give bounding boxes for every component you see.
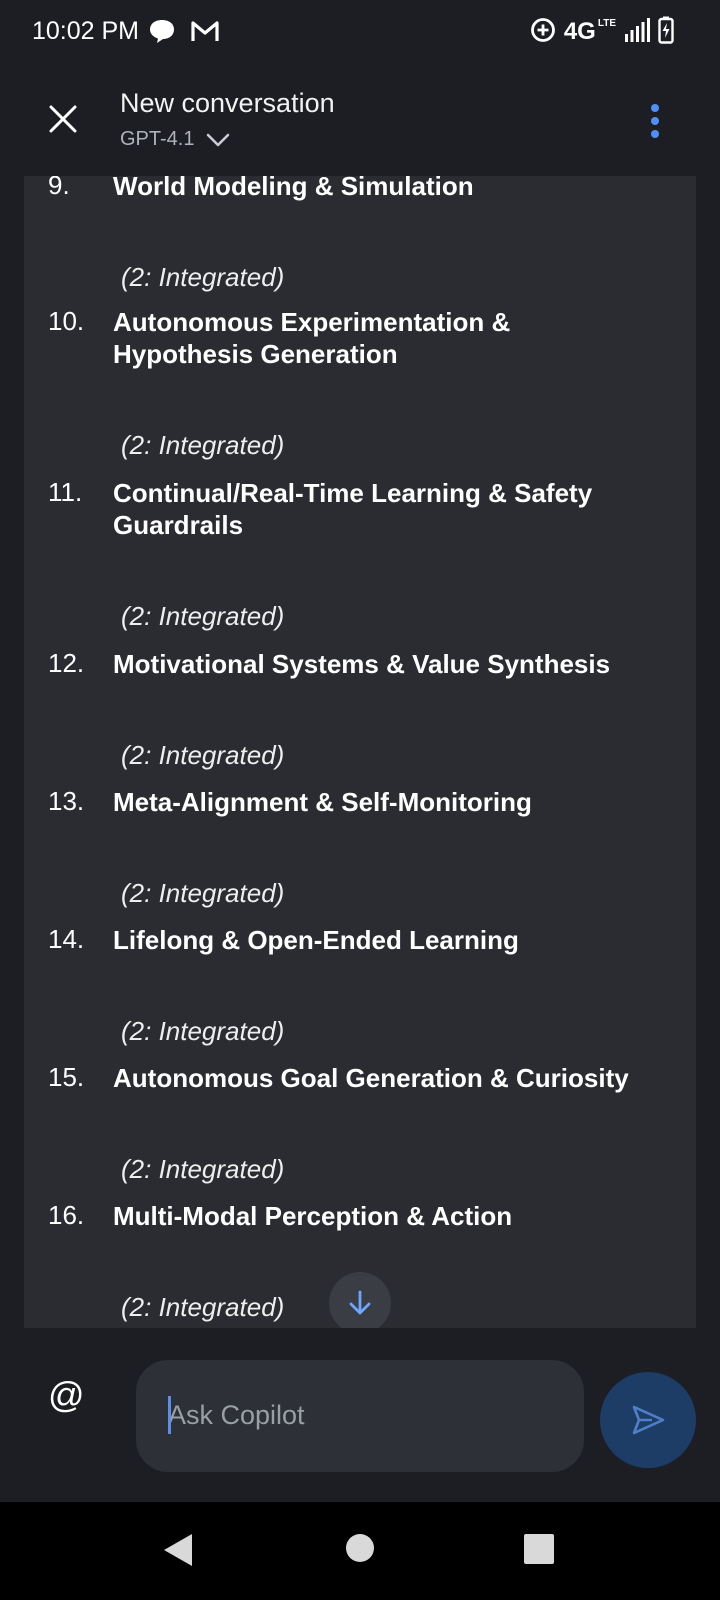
- battery-charging-icon: [658, 16, 674, 49]
- list-number: 15.: [48, 1062, 85, 1092]
- heading-line: Lifelong & Open-Ended Learning: [113, 925, 519, 955]
- status-note: (2: Integrated): [121, 740, 285, 770]
- gmail-icon: [190, 18, 220, 49]
- send-button[interactable]: [600, 1372, 696, 1468]
- at-icon: @: [48, 1374, 85, 1415]
- heading-line: World Modeling & Simulation: [113, 176, 474, 201]
- list-heading: Meta-Alignment & Self-Monitoring: [113, 786, 685, 818]
- model-label: GPT-4.1: [120, 128, 195, 150]
- signal-icon: [624, 17, 650, 48]
- status-time: 10:02 PM: [32, 17, 140, 45]
- list-number: 11.: [48, 477, 83, 507]
- close-icon: [49, 105, 77, 133]
- list-heading: Autonomous Goal Generation & Curiosity: [113, 1062, 685, 1094]
- heading-line: Hypothesis Generation: [113, 339, 398, 369]
- message-input[interactable]: [168, 1390, 558, 1440]
- list-number: 10.: [48, 306, 85, 336]
- status-note: (2: Integrated): [121, 262, 285, 292]
- close-button[interactable]: [38, 94, 88, 144]
- more-vert-icon: [651, 104, 659, 138]
- scroll-down-button[interactable]: [329, 1272, 391, 1334]
- arrow-down-icon: [349, 1290, 371, 1315]
- back-button[interactable]: [158, 1530, 198, 1575]
- system-nav-bar: [0, 1502, 720, 1600]
- heading-line: Autonomous Goal Generation & Curiosity: [113, 1063, 629, 1093]
- list-number: 12.: [48, 648, 85, 678]
- status-note: (2: Integrated): [121, 430, 285, 460]
- app-header: New conversation GPT-4.1: [0, 62, 720, 176]
- status-note: (2: Integrated): [121, 1016, 285, 1046]
- list-heading: World Modeling & Simulation: [113, 176, 685, 202]
- send-icon: [632, 1405, 665, 1435]
- message-input-container[interactable]: [136, 1360, 584, 1472]
- heading-line: Continual/Real-Time Learning & Safety: [113, 478, 593, 508]
- recents-icon: [524, 1534, 554, 1564]
- list-heading: Autonomous Experimentation & Hypothesis …: [113, 306, 685, 370]
- list-number: 14.: [48, 924, 85, 954]
- recents-button[interactable]: [524, 1534, 554, 1569]
- list-number: 16.: [48, 1200, 85, 1230]
- text-cursor: [168, 1396, 171, 1434]
- home-icon: [346, 1534, 374, 1562]
- chat-message: 9. World Modeling & Simulation (2: Integ…: [24, 176, 696, 1328]
- heading-line: Meta-Alignment & Self-Monitoring: [113, 787, 532, 817]
- status-note: (2: Integrated): [121, 1292, 285, 1322]
- heading-line: Multi-Modal Perception & Action: [113, 1201, 513, 1231]
- mention-button[interactable]: @: [48, 1374, 85, 1416]
- status-note: (2: Integrated): [121, 878, 285, 908]
- list-number: 13.: [48, 786, 85, 816]
- home-button[interactable]: [345, 1533, 375, 1568]
- heading-line: Motivational Systems & Value Synthesis: [113, 649, 611, 679]
- network-sub-label: LTE: [597, 18, 616, 29]
- back-icon: [164, 1534, 192, 1566]
- heading-line: Autonomous Experimentation &: [113, 307, 511, 337]
- list-heading: Motivational Systems & Value Synthesis: [113, 648, 685, 680]
- composer: @: [0, 1328, 720, 1502]
- list-heading: Lifelong & Open-Ended Learning: [113, 924, 685, 956]
- chat-bubble-icon: [148, 18, 176, 49]
- chevron-down-icon: [207, 133, 230, 146]
- list-heading: Multi-Modal Perception & Action: [113, 1200, 685, 1232]
- status-bar: 10:02 PM 4G LTE: [0, 0, 720, 62]
- list-number: 9.: [48, 176, 70, 200]
- heading-line: Guardrails: [113, 510, 244, 540]
- more-options-button[interactable]: [630, 96, 680, 146]
- model-selector[interactable]: GPT-4.1: [120, 128, 230, 151]
- list-heading: Continual/Real-Time Learning & Safety Gu…: [113, 477, 685, 541]
- conversation-title: New conversation: [120, 88, 335, 118]
- data-saver-icon: [530, 17, 556, 48]
- status-note: (2: Integrated): [121, 601, 285, 631]
- status-note: (2: Integrated): [121, 1154, 285, 1184]
- status-icons: 4G LTE: [530, 14, 674, 50]
- network-label: 4G: [563, 18, 596, 45]
